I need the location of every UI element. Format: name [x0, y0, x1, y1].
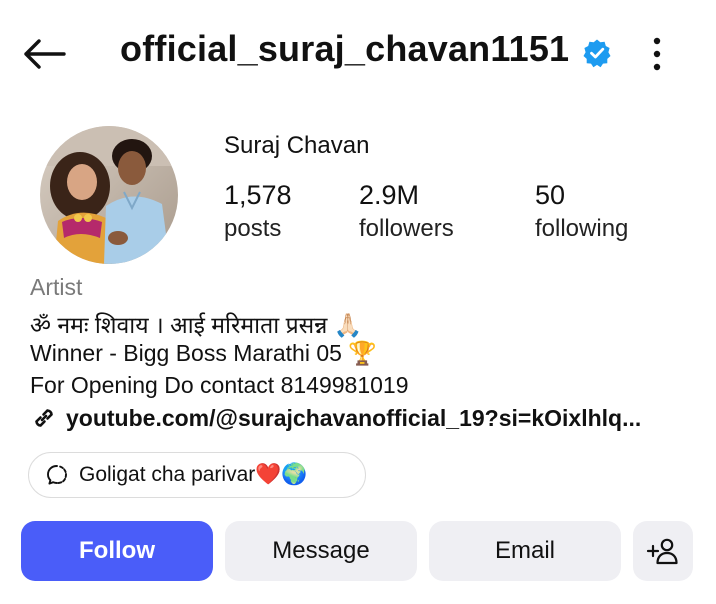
- link-icon: [35, 409, 53, 427]
- posts-label: posts: [224, 215, 282, 242]
- display-name: Suraj Chavan: [224, 132, 370, 159]
- profile-link[interactable]: youtube.com/@surajchavanofficial_19?si=k…: [30, 404, 641, 432]
- profile-header: official_suraj_chavan1151: [0, 0, 716, 108]
- threads-chip[interactable]: Goligat cha parivar❤️🌍: [28, 452, 366, 498]
- profile-avatar[interactable]: [40, 126, 178, 264]
- back-button[interactable]: [18, 30, 70, 78]
- message-button[interactable]: Message: [225, 521, 417, 581]
- more-options-button[interactable]: [640, 30, 674, 78]
- avatar-photo: [40, 126, 178, 264]
- verified-badge-icon: [583, 39, 611, 68]
- profile-category: Artist: [30, 274, 83, 300]
- following-label: following: [535, 215, 629, 242]
- bio-line: ॐ नमः शिवाय । आई मरिमाता प्रसन्न 🙏🏻: [30, 312, 363, 338]
- followers-label: followers: [359, 215, 454, 242]
- profile-username: official_suraj_chavan1151: [120, 28, 570, 69]
- threads-chip-label: Goligat cha parivar❤️🌍: [79, 463, 308, 486]
- more-vertical-icon: [653, 37, 661, 71]
- posts-count: 1,578: [224, 180, 292, 210]
- suggest-people-button[interactable]: [633, 521, 693, 581]
- arrow-left-icon: [24, 39, 66, 69]
- threads-icon: [47, 465, 67, 485]
- followers-stat[interactable]: 2.9M followers: [359, 178, 454, 246]
- follow-button[interactable]: Follow: [21, 521, 213, 581]
- bio-line: For Opening Do contact 8149981019: [30, 372, 409, 398]
- posts-stat[interactable]: 1,578 posts: [224, 178, 292, 246]
- following-count: 50: [535, 180, 566, 210]
- followers-count: 2.9M: [359, 180, 420, 210]
- add-person-icon: [646, 538, 678, 565]
- following-stat[interactable]: 50 following: [535, 178, 628, 246]
- link-text[interactable]: youtube.com/@surajchavanofficial_19?si=k…: [66, 405, 641, 432]
- bio-line: Winner - Bigg Boss Marathi 05 🏆: [30, 340, 377, 366]
- email-button[interactable]: Email: [429, 521, 621, 581]
